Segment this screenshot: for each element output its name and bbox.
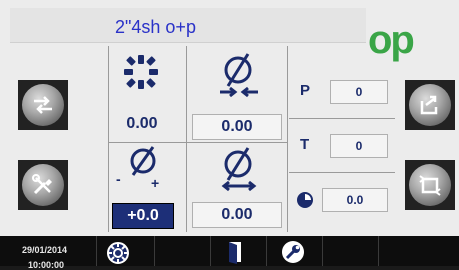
program-title: 2"4sh o+p [115,17,196,37]
tolerance-minus-sign: - [116,171,121,187]
rotation-value: 0.00 [126,115,158,132]
main-panel: 2"4sh o+p op 0.00 0.00 - + +0.0 0.00 P 0… [0,0,459,236]
refresh-frame-icon [419,175,441,196]
taskbar-divider [96,236,97,266]
p-label: P [300,82,311,99]
taskbar-divider [378,236,379,266]
grid-divider [289,172,395,173]
tolerance-plus-sign: + [151,175,160,191]
p-value-field[interactable]: 0 [330,80,388,104]
rotation-icon [124,55,158,89]
door-exit-icon[interactable] [226,240,244,264]
swap-button[interactable] [18,80,68,130]
taskbar-date: 29/01/2014 [22,245,68,255]
taskbar: 29/01/2014 10:00:00 [0,236,459,270]
grid-divider [289,118,395,119]
t-label: T [300,136,310,153]
export-button[interactable] [405,80,455,130]
t-value-field[interactable]: 0 [330,134,388,158]
taskbar-time: 10:00:00 [28,260,65,270]
brand-logo: op [368,18,415,62]
settings-icon[interactable] [106,241,130,265]
wrench-icon[interactable] [281,240,305,264]
taskbar-divider [266,236,267,266]
diameter-out-value[interactable]: 0.00 [192,202,282,228]
grid-divider [287,46,288,232]
swap-arrows-icon [34,96,52,114]
taskbar-divider [210,236,211,266]
timer-value-field[interactable]: 0.0 [322,188,388,212]
diameter-out-icon [221,147,257,192]
diameter-in-icon [220,53,258,98]
grid-divider [186,46,187,232]
tools-button[interactable] [18,160,68,210]
export-arrow-icon [420,95,438,115]
timer-icon [297,192,313,208]
tolerance-diameter-icon [130,146,156,176]
refresh-button[interactable] [405,160,455,210]
tools-icon [32,174,52,195]
taskbar-divider [322,236,323,266]
tolerance-value[interactable]: +0.0 [112,203,174,229]
diameter-in-value[interactable]: 0.00 [192,114,282,140]
grid-divider [108,46,109,232]
grid-divider [108,142,288,143]
taskbar-divider [154,236,155,266]
